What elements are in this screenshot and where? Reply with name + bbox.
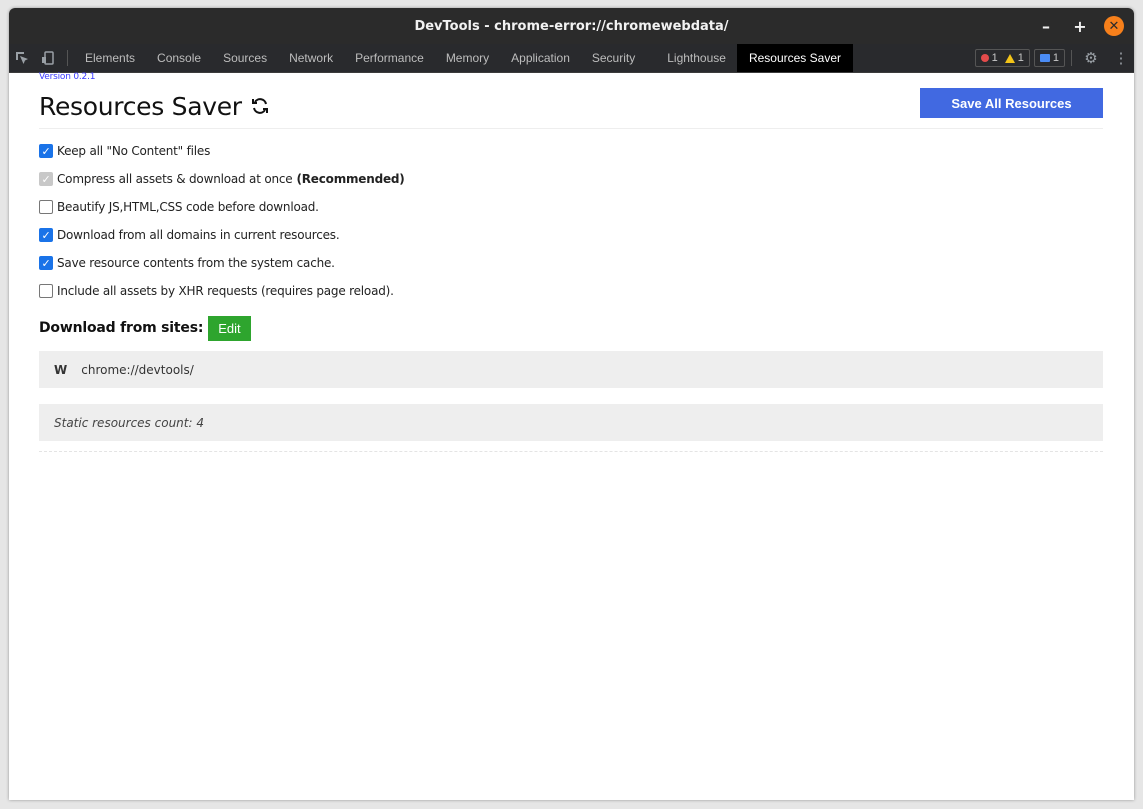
option-label: Download from all domains in current res…	[57, 228, 340, 242]
toolbar-right: 1 1 1 ⚙ ⋮	[974, 44, 1134, 72]
site-list-item: W chrome://devtools/	[39, 351, 1103, 388]
tab-network[interactable]: Network	[278, 44, 344, 72]
checkbox-all-domains[interactable]: ✓	[39, 228, 53, 242]
error-icon	[980, 54, 989, 62]
toolbar-separator-right	[1071, 50, 1072, 66]
window-controls: – + ✕	[1036, 16, 1124, 36]
option-compress-assets: ✓ Compress all assets & download at once…	[39, 165, 1103, 193]
checkbox-beautify[interactable]	[39, 200, 53, 214]
title-bar: DevTools - chrome-error://chromewebdata/…	[9, 8, 1134, 44]
tab-console[interactable]: Console	[146, 44, 212, 72]
error-count: 1	[991, 52, 998, 64]
page-title-text: Resources Saver	[39, 91, 242, 121]
tab-security[interactable]: Security	[581, 44, 646, 72]
device-toolbar-icon[interactable]	[35, 44, 61, 72]
refresh-icon[interactable]	[250, 96, 270, 116]
message-icon	[1039, 54, 1050, 62]
tab-elements[interactable]: Elements	[74, 44, 146, 72]
option-label: Beautify JS,HTML,CSS code before downloa…	[57, 200, 319, 214]
option-beautify[interactable]: Beautify JS,HTML,CSS code before downloa…	[39, 193, 1103, 221]
inspect-element-icon[interactable]	[9, 44, 35, 72]
site-letter: W	[54, 362, 68, 377]
checkbox-keep-no-content[interactable]: ✓	[39, 144, 53, 158]
checkbox-system-cache[interactable]: ✓	[39, 256, 53, 270]
tab-resources-saver[interactable]: Resources Saver	[736, 44, 853, 72]
tab-lighthouse[interactable]: Lighthouse	[656, 44, 737, 72]
site-url: chrome://devtools/	[81, 362, 194, 377]
tab-sources[interactable]: Sources	[212, 44, 278, 72]
static-resources-count: Static resources count: 4	[39, 404, 1103, 441]
more-options-icon[interactable]: ⋮	[1108, 44, 1134, 72]
tab-application[interactable]: Application	[500, 44, 581, 72]
gear-icon[interactable]: ⚙	[1078, 44, 1104, 72]
download-sites-label: Download from sites:	[39, 320, 204, 336]
minimize-button[interactable]: –	[1036, 16, 1056, 36]
devtools-tabbar: Elements Console Sources Network Perform…	[9, 44, 1134, 73]
download-sites-row: Download from sites: Edit	[39, 315, 1103, 341]
checkbox-xhr-requests[interactable]	[39, 284, 53, 298]
messages-badge[interactable]: 1	[1033, 49, 1065, 67]
tab-performance[interactable]: Performance	[344, 44, 435, 72]
option-keep-no-content[interactable]: ✓ Keep all "No Content" files	[39, 137, 1103, 165]
edit-sites-button[interactable]: Edit	[208, 315, 251, 341]
panel-header: Resources Saver Save All Resources	[39, 88, 1103, 129]
window-title: DevTools - chrome-error://chromewebdata/	[414, 18, 729, 34]
option-label: Include all assets by XHR requests (requ…	[57, 284, 394, 298]
page-title: Resources Saver	[39, 92, 270, 121]
save-all-resources-button[interactable]: Save All Resources	[920, 88, 1103, 118]
version-label: Version 0.2.1	[39, 72, 96, 82]
warning-count: 1	[1017, 52, 1024, 64]
option-system-cache[interactable]: ✓ Save resource contents from the system…	[39, 249, 1103, 277]
close-button[interactable]: ✕	[1104, 16, 1124, 36]
issues-badge[interactable]: 1 1	[974, 49, 1030, 67]
warning-icon	[1004, 53, 1015, 63]
tab-memory[interactable]: Memory	[435, 44, 500, 72]
toolbar-separator	[67, 50, 68, 66]
option-label: Keep all "No Content" files	[57, 144, 211, 158]
divider	[39, 451, 1103, 452]
maximize-button[interactable]: +	[1070, 16, 1090, 36]
option-xhr-requests[interactable]: Include all assets by XHR requests (requ…	[39, 277, 1103, 305]
checkbox-compress-assets: ✓	[39, 172, 53, 186]
resources-saver-panel: Version 0.2.1 Resources Saver Save All R…	[39, 72, 1103, 452]
message-count: 1	[1052, 52, 1059, 64]
options-list: ✓ Keep all "No Content" files ✓ Compress…	[39, 137, 1103, 305]
option-label: Compress all assets & download at once	[57, 172, 293, 186]
option-label: Save resource contents from the system c…	[57, 256, 335, 270]
recommended-label: (Recommended)	[296, 172, 405, 186]
devtools-window: DevTools - chrome-error://chromewebdata/…	[9, 8, 1134, 800]
option-all-domains[interactable]: ✓ Download from all domains in current r…	[39, 221, 1103, 249]
